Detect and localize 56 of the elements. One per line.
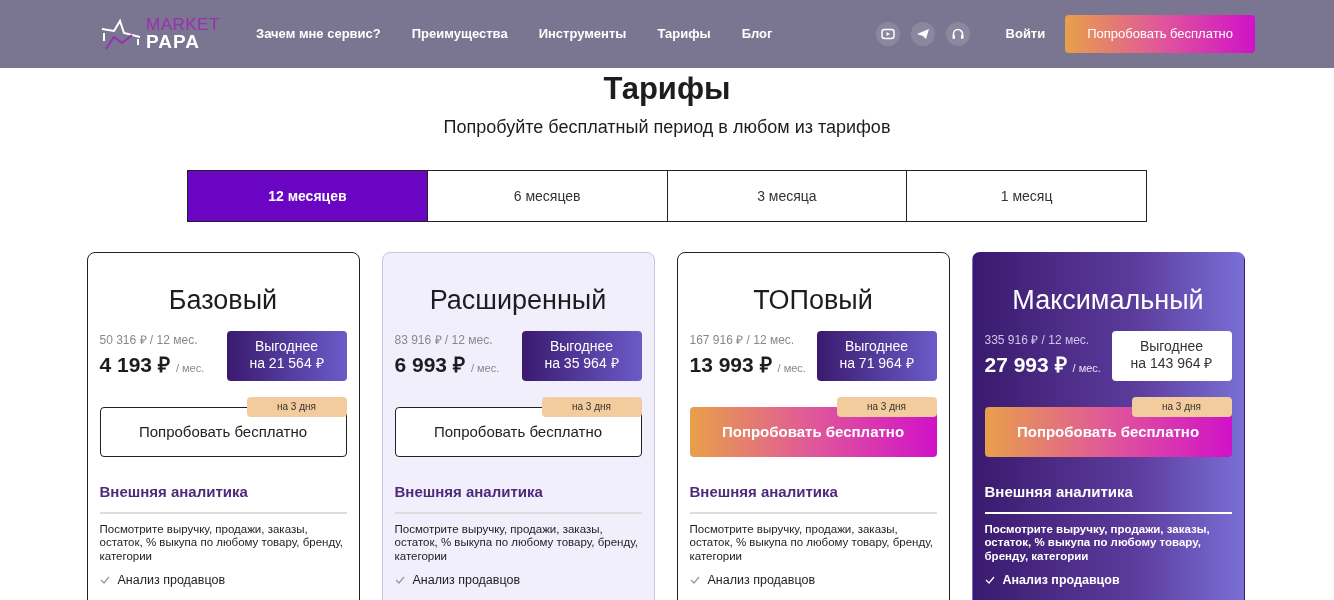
period-tab[interactable]: 12 месяцев	[188, 171, 427, 221]
feature-item: Анализ продавцов	[117, 573, 226, 587]
savings-badge: Выгоднее на 21 564 ₽	[226, 331, 347, 381]
check-icon	[984, 576, 995, 584]
check-icon	[394, 576, 405, 584]
plan-name: Базовый	[167, 284, 279, 317]
feature-description: Посмотрите выручку, продажи, заказы, остаток, % выкупа по любому товару, бренду, категории	[394, 522, 639, 563]
play-icon	[879, 26, 896, 42]
logo-text: PAPA	[146, 33, 201, 52]
plan-name: ТОПовый	[752, 284, 874, 317]
price-unit: / мес.	[1072, 361, 1101, 377]
feature-item: Анализ продавцов	[412, 573, 521, 587]
price-unit: / мес.	[175, 361, 205, 377]
savings-badge: Выгоднее на 71 964 ₽	[816, 331, 937, 381]
check-icon	[99, 576, 110, 584]
nav-link[interactable]: Блог	[741, 24, 773, 44]
monthly-price: 4 193 ₽	[99, 352, 170, 379]
annual-price: 50 316 ₽ / 12 мес.	[99, 332, 199, 350]
monthly-price: 27 993 ₽	[984, 352, 1067, 379]
feature-item: Анализ продавцов	[707, 573, 816, 587]
annual-price: 167 916 ₽ / 12 мес.	[689, 332, 796, 350]
annual-price: 83 916 ₽ / 12 мес.	[394, 332, 494, 350]
nav-link[interactable]: Зачем мне сервис?	[256, 24, 381, 44]
social-button[interactable]	[910, 22, 935, 46]
page-subtitle: Попробуйте бесплатный период в любом из тарифов	[442, 116, 892, 139]
social-button[interactable]	[945, 22, 970, 46]
nav-link[interactable]: Тарифы	[657, 24, 711, 44]
feature-description: Посмотрите выручку, продажи, заказы, остаток, % выкупа по любому товару, бренду, категории	[984, 522, 1211, 563]
feature-description: Посмотрите выручку, продажи, заказы, остаток, % выкупа по любому товару, бренду, категории	[99, 522, 344, 563]
nav-link[interactable]: Инструменты	[538, 24, 627, 44]
page-title: Тарифы	[602, 70, 732, 108]
monthly-price: 13 993 ₽	[689, 352, 772, 379]
social-button[interactable]	[875, 22, 900, 46]
section-heading: Внешняя аналитика	[394, 481, 642, 514]
feature-description: Посмотрите выручку, продажи, заказы, остаток, % выкупа по любому товару, бренду, категории	[689, 522, 934, 563]
savings-badge: Выгоднее на 143 964 ₽	[1111, 331, 1232, 381]
plan-name: Максимальный	[1011, 284, 1205, 317]
check-icon	[689, 576, 700, 584]
feature-item: Анализ продавцов	[1002, 573, 1120, 587]
price-unit: / мес.	[470, 361, 500, 377]
logo-text: MARKET	[146, 16, 220, 34]
monthly-price: 6 993 ₽	[394, 352, 465, 379]
login-link[interactable]: Войти	[1005, 24, 1046, 44]
price-unit: / мес.	[777, 361, 806, 377]
nav-link[interactable]: Преимущества	[411, 24, 508, 44]
trial-badge: на 3 дня	[1131, 397, 1232, 417]
plan-name: Расширенный	[428, 284, 608, 317]
trial-badge: на 3 дня	[246, 397, 347, 417]
section-heading: Внешняя аналитика	[984, 481, 1232, 514]
trial-badge: на 3 дня	[541, 397, 642, 417]
section-heading: Внешняя аналитика	[689, 481, 937, 514]
try-free-button[interactable]: Попробовать бесплатно	[1065, 15, 1255, 53]
annual-price: 335 916 ₽ / 12 мес.	[984, 332, 1091, 350]
section-heading: Внешняя аналитика	[99, 481, 347, 514]
savings-badge: Выгоднее на 35 964 ₽	[521, 331, 642, 381]
trial-badge: на 3 дня	[836, 397, 937, 417]
